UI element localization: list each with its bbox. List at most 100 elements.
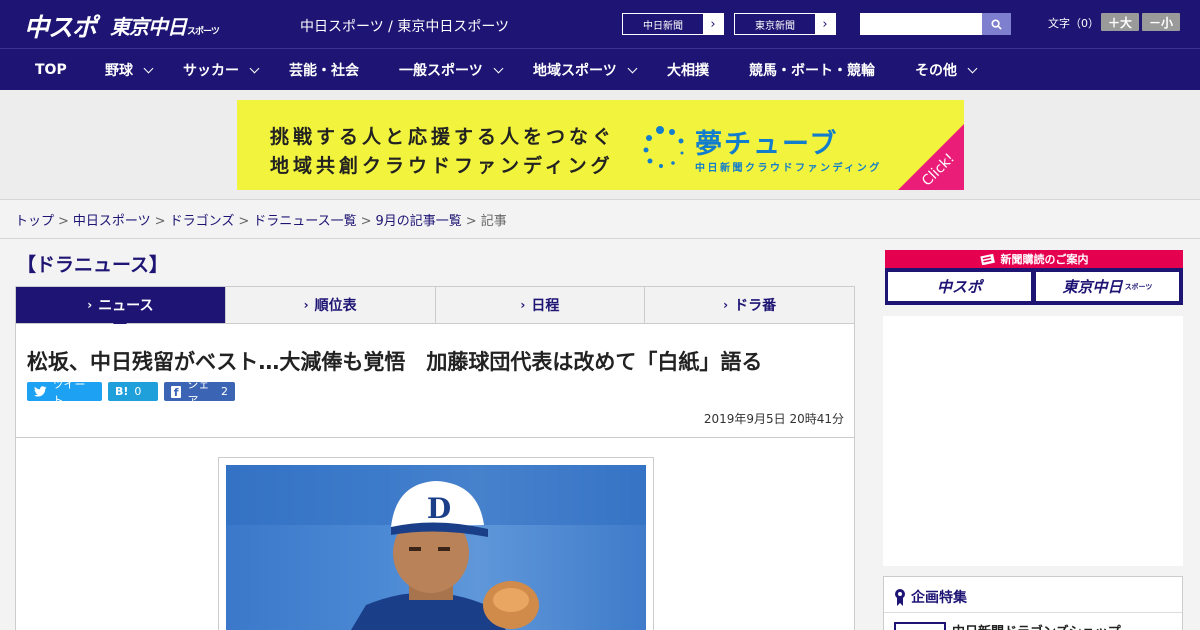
svg-text:D: D	[427, 492, 451, 525]
subscribe-tokyo-sub: スポーツ	[1124, 282, 1153, 291]
feature-box: 企画特集 中日新聞ドラゴンズショップ	[883, 576, 1183, 630]
banner-logo: 夢チューブ	[695, 129, 839, 160]
nav-label: 競馬・ボート・競輪	[749, 63, 875, 79]
newspaper-icon	[979, 253, 995, 265]
sidebar-ad-slot	[883, 316, 1183, 566]
subscription-header: 新聞購読のご案内	[885, 250, 1183, 268]
font-increase-button[interactable]: ＋大	[1101, 13, 1139, 31]
banner-line-1: 挑戦する人と応援する人をつなぐ	[270, 126, 616, 148]
subscription-title: 新聞購読のご案内	[1000, 253, 1089, 266]
nav-item-general-sports[interactable]: 一般スポーツ	[399, 49, 504, 91]
tab-news[interactable]: › ニュース	[16, 287, 225, 331]
nav-label: 野球	[105, 63, 133, 79]
font-size-label: 文字（0）	[1048, 17, 1099, 30]
chevron-down-icon	[249, 63, 260, 73]
facebook-count: 2	[221, 385, 228, 398]
breadcrumb-separator: >	[360, 214, 372, 229]
section-tabs: › ニュース › 順位表 › 日程 › ドラ番	[15, 286, 855, 331]
search-input[interactable]	[860, 13, 984, 35]
breadcrumb: トップ > 中日スポーツ > ドラゴンズ > ドラニュース一覧 >9月の記事一覧 > 記事	[15, 210, 507, 229]
nav-item-other[interactable]: その他	[915, 49, 978, 91]
article-photo-frame: D	[218, 457, 654, 630]
global-nav: TOP 野球 サッカー 芸能・社会 一般スポーツ 地域スポーツ 大相撲 競馬・ボ…	[0, 48, 1200, 90]
nav-item-racing[interactable]: 競馬・ボート・競輪	[749, 49, 875, 91]
dots-logo-icon	[643, 126, 684, 168]
crowdfunding-banner[interactable]: 挑戦する人と応援する人をつなぐ 地域共創クラウドファンディング 夢チューブ 中日…	[237, 100, 964, 190]
subscription-box: 新聞購読のご案内 中スポ 東京中日 スポーツ	[885, 250, 1183, 305]
search-icon	[991, 18, 1002, 30]
breadcrumb-separator: >	[58, 214, 69, 229]
article-body: D	[15, 438, 855, 630]
nav-item-entertainment[interactable]: 芸能・社会	[289, 49, 359, 91]
caret-right-icon: ›	[303, 298, 309, 312]
article-headline: 松坂、中日残留がベスト…大減俸も覚悟 加藤球団代表は改めて「白紙」語る	[27, 350, 763, 374]
nav-item-sumo[interactable]: 大相撲	[667, 49, 709, 91]
search-button[interactable]	[982, 13, 1011, 35]
caret-right-icon: ›	[520, 298, 526, 312]
breadcrumb-dragons[interactable]: ドラゴンズ	[170, 214, 235, 229]
subscribe-tokyo-chunichi-button[interactable]: 東京中日 スポーツ	[1036, 272, 1179, 301]
nav-label: その他	[915, 63, 957, 79]
top-header: 中スポ 東京中日スポーツ 中日スポーツ / 東京中日スポーツ 中日新聞 › 東京…	[0, 0, 1200, 48]
chunichi-shimbun-button[interactable]: 中日新聞 ›	[622, 13, 724, 35]
breadcrumb-separator: >	[238, 214, 250, 229]
subscribe-chuspo-button[interactable]: 中スポ	[888, 272, 1031, 301]
tokyo-shimbun-button[interactable]: 東京新聞 ›	[734, 13, 836, 35]
chevron-down-icon	[967, 63, 978, 73]
article-photo[interactable]: D	[226, 465, 646, 630]
feature-title: 企画特集	[894, 587, 967, 607]
caret-right-icon: ›	[87, 298, 93, 312]
site-title: 中日スポーツ / 東京中日スポーツ	[300, 19, 510, 35]
twitter-bird-icon	[34, 386, 47, 397]
nav-item-top[interactable]: TOP	[35, 49, 67, 91]
tab-dora-ban[interactable]: › ドラ番	[644, 287, 854, 323]
font-decrease-button[interactable]: －小	[1142, 13, 1180, 31]
banner-line-2: 地域共創クラウドファンディング	[270, 155, 614, 177]
nav-label: 地域スポーツ	[533, 63, 617, 79]
section-title: 【ドラニュース】	[17, 254, 169, 276]
facebook-icon: f	[171, 385, 182, 398]
breadcrumb-chuspo[interactable]: 中日スポーツ	[73, 214, 151, 229]
chevron-right-icon: ›	[822, 16, 828, 32]
feature-divider	[884, 612, 1182, 613]
banner-area: 挑戦する人と応援する人をつなぐ 地域共創クラウドファンディング 夢チューブ 中日…	[0, 90, 1200, 200]
chuspo-logo[interactable]: 中スポ	[24, 8, 97, 44]
tweet-label: ツイート	[52, 377, 86, 407]
nav-item-local-sports[interactable]: 地域スポーツ	[533, 49, 638, 91]
hatena-bookmark-button[interactable]: B! 0	[108, 382, 158, 401]
breadcrumb-dora-news-list[interactable]: ドラニュース一覧	[253, 214, 356, 229]
nav-label: 大相撲	[667, 63, 709, 79]
facebook-share-button[interactable]: f シェア 2	[164, 378, 235, 407]
breadcrumb-separator: >	[465, 214, 477, 229]
tab-label: 順位表	[314, 298, 357, 314]
breadcrumb-top[interactable]: トップ	[15, 214, 54, 229]
feature-item-dragons-shop[interactable]: 中日新聞ドラゴンズショップ	[952, 621, 1121, 630]
tokyo-shimbun-label: 東京新聞	[735, 14, 815, 34]
chevron-down-icon	[143, 63, 154, 73]
pitcher-photo-illustration: D	[226, 465, 646, 630]
hatena-bookmark-icon: B!	[115, 385, 129, 398]
breadcrumb-september-list[interactable]: 9月の記事一覧	[376, 214, 462, 229]
tweet-button[interactable]: ツイート	[27, 378, 102, 407]
article-header: 松坂、中日残留がベスト…大減俸も覚悟 加藤球団代表は改めて「白紙」語る ツイート…	[15, 324, 855, 438]
facebook-share-label: シェア	[187, 377, 210, 407]
tab-standings[interactable]: › 順位表	[224, 287, 435, 323]
tokyo-chunichi-logo[interactable]: 東京中日スポーツ	[110, 11, 220, 40]
nav-item-baseball[interactable]: 野球	[105, 49, 154, 91]
breadcrumb-separator: >	[154, 214, 166, 229]
chevron-down-icon	[627, 63, 638, 73]
feature-title-label: 企画特集	[911, 590, 967, 606]
dragons-shop-thumbnail[interactable]	[894, 622, 946, 630]
subscribe-tokyo-label: 東京中日	[1062, 278, 1123, 296]
nav-label: 一般スポーツ	[399, 63, 483, 79]
breadcrumb-divider	[0, 238, 1200, 239]
ribbon-icon	[895, 589, 905, 606]
chevron-right-icon: ›	[710, 16, 716, 32]
banner-sub: 中日新聞クラウドファンディング	[695, 163, 882, 174]
caret-right-icon: ›	[723, 298, 729, 312]
tokyo-logo-sub: スポーツ	[187, 27, 220, 37]
breadcrumb-current: 記事	[480, 214, 507, 229]
tab-label: 日程	[531, 298, 560, 314]
nav-item-soccer[interactable]: サッカー	[183, 49, 260, 91]
tab-schedule[interactable]: › 日程	[434, 287, 645, 323]
